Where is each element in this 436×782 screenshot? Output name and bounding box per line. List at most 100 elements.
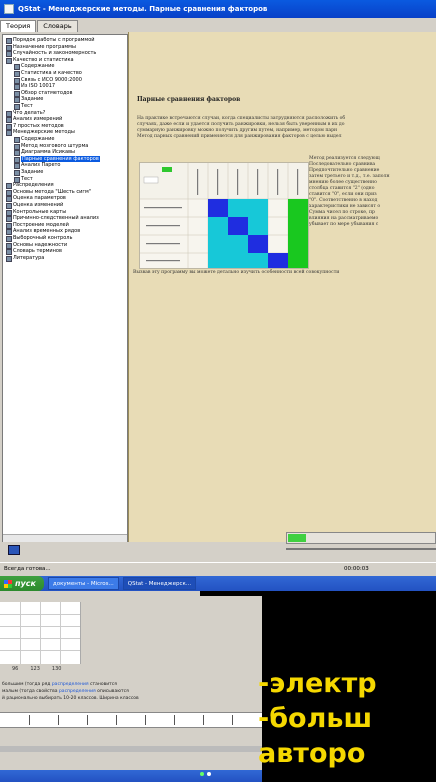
book-icon (6, 242, 12, 249)
matrix-sum-column (288, 199, 308, 268)
playback-progress[interactable] (286, 532, 436, 544)
histogram-chart (0, 602, 81, 664)
tree-item[interactable]: Диаграмма Исикавы (3, 149, 127, 157)
lower-text-line: малым (тогда свойства распределения опис… (2, 689, 129, 694)
tree-item[interactable]: Распределения (3, 182, 127, 190)
tree-item-label: Содержание (21, 63, 55, 70)
gridline (40, 602, 41, 664)
tree-item[interactable]: Анализ измерений (3, 116, 127, 124)
tree-item-label: Основы надежности (13, 241, 68, 248)
tree-item[interactable]: Метод мозгового штурма (3, 143, 127, 150)
tree-item[interactable]: Литература (3, 255, 127, 262)
tree-item[interactable]: 7 простых методов (3, 123, 127, 130)
tree-item[interactable]: Причинно-следственный анализ (3, 215, 127, 223)
tree-item-label: Случайность и закономерность (13, 50, 97, 57)
taskbar-item-documents[interactable]: документы - Micros... (47, 577, 119, 590)
tree-item-label: Распределения (13, 182, 54, 189)
tree-item[interactable]: Парные сравнения факторов (3, 155, 127, 163)
matrix-cell-blue (208, 199, 228, 217)
overlay-line: -электр (258, 668, 377, 699)
start-label: пуск (15, 579, 36, 588)
title-bar[interactable]: QStat - Менеджерские методы. Парные срав… (0, 0, 436, 18)
tree-item[interactable]: Из ISO 10017 (3, 83, 127, 91)
lower-scrollbar[interactable] (0, 746, 262, 752)
topics-tree[interactable]: Литература Словарь терминов Основы надежно… (2, 34, 128, 544)
tab-strip: Теория Словарь (0, 20, 79, 32)
page-icon (14, 176, 20, 183)
playback-progress-fill (288, 534, 306, 542)
tree-item[interactable]: Порядок работы с программой (3, 37, 127, 44)
tree-item[interactable]: Контрольные карты (3, 209, 127, 216)
lower-text-line: й рационально выбирать 10-20 классов. Ши… (2, 696, 139, 701)
tree-item[interactable]: Качество и статистика (3, 57, 127, 64)
secondary-taskbar (0, 770, 262, 782)
tree-action-button[interactable] (8, 545, 20, 555)
tree-item[interactable]: Тест (3, 103, 127, 110)
tree-item[interactable]: Что делать? (3, 110, 127, 117)
page-icon (14, 163, 20, 170)
page-icon (14, 156, 20, 163)
tree-item-label: Связь с ИСО 9000:2000 (21, 76, 82, 83)
tree-item[interactable]: Менеджерские методы (3, 129, 127, 137)
matrix-cell-cyan (208, 217, 228, 235)
axis-tick-label: 130 (51, 666, 62, 672)
tree-item[interactable]: Задание (3, 169, 127, 176)
page-icon (14, 71, 20, 77)
tree-item[interactable]: Связь с ИСО 9000:2000 (3, 77, 127, 84)
tree-item[interactable]: Оценка параметров (3, 195, 127, 203)
tree-item[interactable]: Основы метода "Шесть сигм" (3, 189, 127, 196)
tray-volume-icon (207, 772, 211, 776)
tree-item[interactable]: Оценка изменений (3, 202, 127, 209)
tree-item[interactable]: Основы надежности (3, 242, 127, 249)
tree-item[interactable]: Тест (3, 176, 127, 183)
paragraph-line: случаях, даже если и удается получить ра… (137, 122, 345, 127)
histogram-axis: 96 123 130 (12, 666, 61, 672)
highlighted-term[interactable]: распределения (59, 689, 96, 694)
tab-dictionary[interactable]: Словарь (37, 20, 78, 32)
tree-item-label: Парные сравнения факторов (21, 155, 100, 163)
status-bar: Всегда готова... 00:00:03 (0, 562, 436, 575)
page-icon (14, 97, 20, 104)
start-button[interactable]: пуск (0, 576, 44, 591)
tree-item[interactable]: Задание (3, 96, 127, 104)
tree-item[interactable]: Содержание (3, 63, 127, 71)
tree-item-label: Диаграмма Исикавы (21, 149, 75, 156)
taskbar: пуск документы - Micros... QStat - Менед… (0, 576, 436, 591)
matrix-cell-blue (228, 217, 248, 235)
matrix-cell-cyan (248, 253, 268, 268)
seek-track[interactable] (286, 548, 436, 550)
matrix-cell-cyan (228, 253, 248, 268)
tree-item[interactable]: Анализ Парето (3, 162, 127, 170)
highlighted-term[interactable]: распределения (52, 682, 89, 687)
tree-item-label: Метод мозгового штурма (21, 142, 89, 149)
tree-item-label: Менеджерские методы (13, 129, 75, 136)
tree-item[interactable]: Случайность и закономерность (3, 50, 127, 58)
tab-theory[interactable]: Теория (0, 20, 37, 32)
tree-item[interactable]: Анализ временных рядов (3, 228, 127, 236)
tree-item[interactable]: Обзор статметодов (3, 90, 127, 97)
taskbar-item-qstat[interactable]: QStat - Менеджерск... (122, 577, 197, 590)
tree-item-label: Причинно-следственный анализ (13, 215, 99, 222)
book-icon (6, 110, 12, 117)
tree-item[interactable]: Содержание (3, 136, 127, 143)
tree-item[interactable]: Назначение программы (3, 44, 127, 51)
tree-item[interactable]: Словарь терминов (3, 248, 127, 256)
tree-item-label: Контрольные карты (13, 208, 67, 215)
tree-item[interactable]: Выборочный контроль (3, 235, 127, 242)
page-icon (14, 84, 20, 91)
overlay-line: авторо (258, 738, 366, 769)
tree-item-label: Анализ измерений (13, 116, 63, 123)
ruler-tick (116, 715, 117, 725)
book-icon (6, 255, 12, 262)
system-tray (200, 772, 211, 776)
tree-item-label: Тест (21, 175, 33, 182)
matrix-cell-cyan (208, 235, 228, 253)
method-description: Метод реализуется следующ Последовательно… (309, 156, 436, 228)
tree-item[interactable]: Построение моделей (3, 222, 127, 229)
book-icon (6, 130, 12, 137)
tree-item[interactable]: Статистика и качество (3, 70, 127, 77)
tree-item-label: Качество и статистика (13, 56, 74, 63)
book-icon (6, 196, 12, 203)
paragraph-line: суммарную ранжировку можно получить друг… (137, 128, 338, 133)
ruler-tick (145, 715, 146, 725)
